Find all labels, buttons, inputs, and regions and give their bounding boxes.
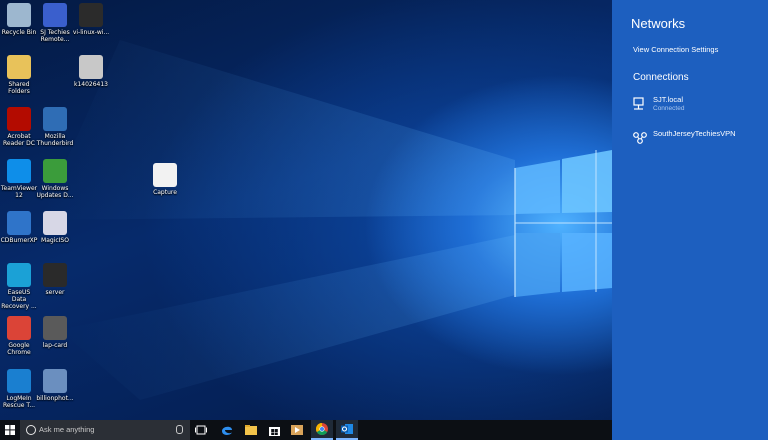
connection-item-sjt-local[interactable]: SJT.local Connected bbox=[632, 95, 762, 117]
network-card-icon bbox=[43, 316, 67, 340]
edge-taskbar-button[interactable] bbox=[216, 420, 238, 440]
desktop-icon-easeus[interactable]: EaseUS Data Recovery ... bbox=[0, 263, 38, 310]
desktop-icon-billionphot[interactable]: billionphot... bbox=[36, 369, 74, 402]
desktop-icon-recycle-bin[interactable]: Recycle Bin bbox=[0, 3, 38, 36]
desktop-icon-cdburnerxp[interactable]: CDBurnerXP bbox=[0, 211, 38, 244]
desktop-icon-capture[interactable]: Capture bbox=[146, 163, 184, 196]
networks-flyout-panel: Networks View Connection Settings Connec… bbox=[612, 0, 768, 440]
store-taskbar-button[interactable] bbox=[263, 420, 285, 440]
network-device-icon bbox=[43, 369, 67, 393]
teamviewer-icon bbox=[7, 159, 31, 183]
desktop-icon-label: LogMeIn Rescue T... bbox=[2, 395, 36, 409]
panel-title: Networks bbox=[631, 16, 686, 31]
image-file-icon bbox=[79, 55, 103, 79]
vpn-icon bbox=[633, 132, 647, 144]
desktop-icon-label: CDBurnerXP bbox=[0, 237, 38, 244]
desktop-icon-label: Shared Folders bbox=[8, 81, 30, 95]
desktop-icon-label: SJ Techies Remote... bbox=[40, 29, 70, 43]
store-icon bbox=[268, 427, 280, 436]
ethernet-icon bbox=[633, 97, 644, 110]
desktop-icon-acrobat[interactable]: Acrobat Reader DC bbox=[0, 107, 38, 147]
desktop-icon-label: TeamViewer 12 bbox=[0, 185, 38, 199]
thunderbird-icon bbox=[43, 107, 67, 131]
desktop-icon-label: Acrobat Reader DC bbox=[3, 133, 35, 147]
outlook-icon bbox=[341, 424, 353, 434]
linux-penguin-icon bbox=[79, 3, 103, 27]
search-placeholder: Ask me anything bbox=[39, 425, 95, 434]
task-view-icon bbox=[195, 425, 207, 435]
media-player-icon bbox=[291, 425, 303, 435]
recycle-bin-icon bbox=[7, 3, 31, 27]
desktop-icon-lap-card[interactable]: lap-card bbox=[36, 316, 74, 349]
disc-icon bbox=[43, 211, 67, 235]
acrobat-icon bbox=[7, 107, 31, 131]
desktop-icon-label: k14026413 bbox=[73, 81, 108, 88]
desktop-icon-label: billionphot... bbox=[36, 395, 74, 402]
desktop-icon-label: EaseUS Data Recovery ... bbox=[1, 289, 37, 310]
connection-name: SJT.local bbox=[653, 95, 684, 104]
desktop-icon-server[interactable]: server bbox=[36, 263, 74, 296]
chrome-taskbar-button[interactable] bbox=[311, 420, 333, 440]
desktop-icon-sj-techies-remote[interactable]: SJ Techies Remote... bbox=[36, 3, 74, 43]
task-view-button[interactable] bbox=[190, 420, 212, 440]
desktop-icon-label: Recycle Bin bbox=[1, 29, 37, 36]
desktop-icon-label: vi-linux-wi... bbox=[72, 29, 110, 36]
windows-start-icon bbox=[5, 425, 15, 435]
connection-name: SouthJerseyTechiesVPN bbox=[653, 129, 736, 138]
microphone-icon[interactable] bbox=[176, 425, 183, 434]
folder-icon bbox=[7, 55, 31, 79]
connections-heading: Connections bbox=[633, 72, 689, 83]
easeus-icon bbox=[7, 263, 31, 287]
cortana-icon bbox=[26, 425, 36, 435]
capture-image-icon bbox=[153, 163, 177, 187]
remote-shortcut-icon bbox=[43, 3, 67, 27]
connection-item-vpn[interactable]: SouthJerseyTechiesVPN bbox=[632, 129, 762, 151]
windows-update-icon bbox=[43, 159, 67, 183]
desktop-icon-k14026413[interactable]: k14026413 bbox=[72, 55, 110, 88]
desktop-icon-label: lap-card bbox=[42, 342, 68, 349]
desktop-icon-label: Windows Updates D... bbox=[36, 185, 74, 199]
cdburnerxp-icon bbox=[7, 211, 31, 235]
desktop-icon-label: Capture bbox=[153, 189, 177, 196]
desktop-icon-windows-updates[interactable]: Windows Updates D... bbox=[36, 159, 74, 199]
file-explorer-icon bbox=[245, 425, 257, 435]
logmein-icon bbox=[7, 369, 31, 393]
desktop-icon-teamviewer[interactable]: TeamViewer 12 bbox=[0, 159, 38, 199]
desktop-icon-shared-folders[interactable]: Shared Folders bbox=[0, 55, 38, 95]
start-button[interactable] bbox=[0, 420, 20, 440]
chrome-icon bbox=[7, 316, 31, 340]
desktop-icon-vi-linux[interactable]: vi-linux-wi... bbox=[72, 3, 110, 36]
desktop-icon-thunderbird[interactable]: Mozilla Thunderbird bbox=[36, 107, 74, 147]
desktop-icon-label: Mozilla Thunderbird bbox=[36, 133, 74, 147]
desktop-icon-label: Google Chrome bbox=[7, 342, 31, 356]
edge-icon bbox=[222, 426, 232, 435]
taskbar: Ask me anything bbox=[0, 420, 612, 440]
view-connection-settings-link[interactable]: View Connection Settings bbox=[633, 45, 718, 54]
desktop-icon-chrome[interactable]: Google Chrome bbox=[0, 316, 38, 356]
connection-status: Connected bbox=[653, 105, 685, 112]
desktop-icon-label: MagicISO bbox=[41, 237, 69, 244]
desktop-icon-magiciso[interactable]: MagicISO bbox=[36, 211, 74, 244]
desktop-icon-label: server bbox=[45, 289, 65, 296]
outlook-taskbar-button[interactable] bbox=[336, 420, 358, 440]
media-player-taskbar-button[interactable] bbox=[286, 420, 308, 440]
chrome-icon bbox=[316, 423, 328, 435]
desktop-icon-logmein[interactable]: LogMeIn Rescue T... bbox=[0, 369, 38, 409]
file-explorer-taskbar-button[interactable] bbox=[240, 420, 262, 440]
cortana-search-box[interactable]: Ask me anything bbox=[20, 420, 190, 440]
server-tower-icon bbox=[43, 263, 67, 287]
